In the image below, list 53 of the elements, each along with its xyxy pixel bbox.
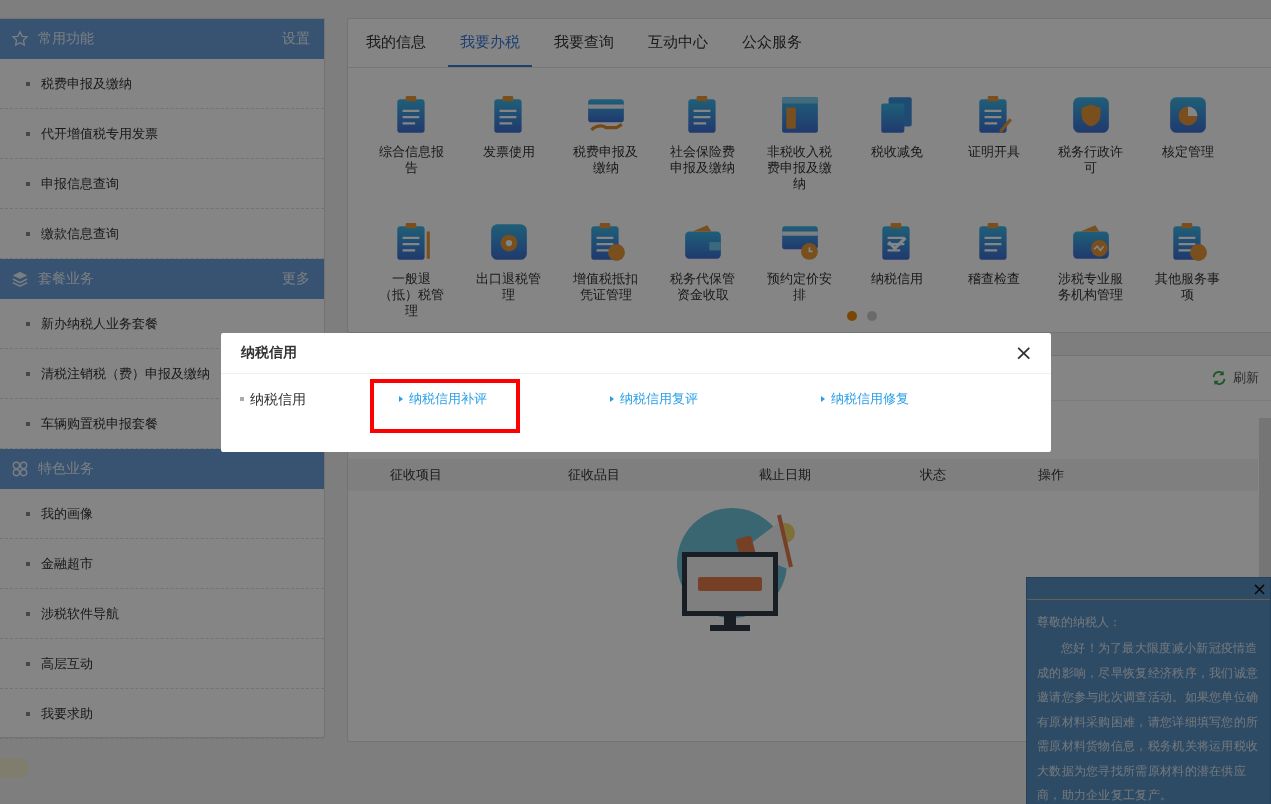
sidebar-item[interactable]: 代开增值税专用发票 [0,109,324,159]
service-label[interactable]: 纳税信用 [862,271,931,287]
section-title: 常用功能 [38,30,95,48]
column-header: 状态 [919,466,947,484]
service-label[interactable]: 出口退税管理 [474,271,543,303]
service-label[interactable]: 核定管理 [1153,144,1222,160]
tab[interactable]: 我要办税 [448,19,532,67]
section-title: 特色业务 [38,460,95,478]
sidebar-item[interactable]: 申报信息查询 [0,159,324,209]
tab[interactable]: 我要查询 [542,19,626,67]
section-title: 套餐业务 [38,270,95,288]
sidebar-item[interactable]: 高层互动 [0,639,324,689]
service-label[interactable]: 涉税专业服务机构管理 [1056,271,1125,303]
service-label[interactable]: 预约定价安排 [765,271,834,303]
service-label[interactable]: 非税收入税费申报及缴纳 [765,144,834,192]
refresh-button[interactable]: 刷新 [1210,369,1259,387]
service-label[interactable]: 增值税抵扣凭证管理 [571,271,640,303]
sidebar-item[interactable]: 金融超市 [0,539,324,589]
service-label[interactable]: 综合信息报告 [377,144,446,176]
tab[interactable]: 我的信息 [354,19,438,67]
column-header: 征收品目 [567,466,621,484]
service-label[interactable]: 税费申报及缴纳 [571,144,640,176]
service-label[interactable]: 证明开具 [959,144,1028,160]
service-label[interactable]: 其他服务事项 [1153,271,1222,303]
service-label[interactable]: 社会保险费申报及缴纳 [668,144,737,176]
sidebar-item[interactable]: 涉税软件导航 [0,589,324,639]
service-label[interactable]: 稽查检查 [959,271,1028,287]
grid-icon [11,460,29,478]
close-button[interactable]: × [1014,342,1033,364]
column-header: 操作 [1037,466,1065,484]
refresh-icon [1210,369,1228,387]
sidebar-item[interactable]: 我要求助 [0,689,324,739]
carousel-dot[interactable] [847,311,857,321]
layers-icon [11,270,29,288]
notice-greeting: 尊敬的纳税人： [1037,614,1122,631]
caret-icon [821,396,825,402]
service-label[interactable]: 发票使用 [474,144,543,160]
caret-icon [610,396,614,402]
tab[interactable]: 公众服务 [730,19,814,67]
service-link[interactable]: 纳税信用复评 [610,390,788,408]
service-link[interactable]: 纳税信用补评 [399,390,516,408]
tab[interactable]: 互动中心 [636,19,720,67]
service-link[interactable]: 纳税信用修复 [821,390,999,408]
sidebar-item[interactable]: 税费申报及缴纳 [0,59,324,109]
star-icon [11,30,29,48]
service-label[interactable]: 税务代保管资金收取 [668,271,737,303]
service-label[interactable]: 税收减免 [862,144,931,160]
caret-icon [399,396,403,402]
column-header: 征收项目 [388,466,443,484]
sidebar-item[interactable]: 我的画像 [0,489,324,539]
service-label[interactable]: 税务行政许可 [1056,144,1125,176]
carousel-dot[interactable] [867,311,877,321]
column-header: 截止日期 [758,466,812,484]
